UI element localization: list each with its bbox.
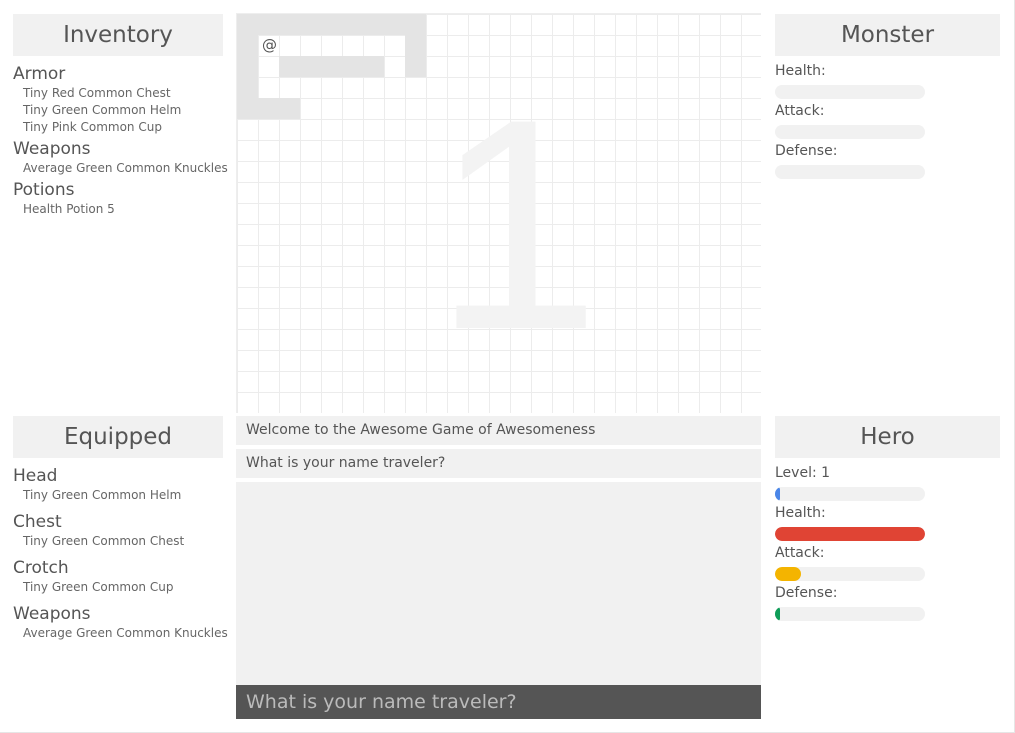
hero-health-label: Health:	[775, 505, 826, 521]
floor-tile	[301, 36, 321, 56]
wall-tile	[258, 98, 279, 119]
hero-health-bar	[775, 527, 925, 541]
wall-tile	[279, 98, 300, 119]
inventory-header: Inventory	[13, 14, 223, 56]
wall-tile	[321, 56, 342, 77]
floor-tile	[385, 57, 405, 77]
equipped-chest-item[interactable]: Tiny Green Common Chest	[23, 534, 184, 548]
chest-section-title: Chest	[13, 512, 62, 532]
monster-attack-label: Attack:	[775, 103, 825, 119]
head-section-title: Head	[13, 466, 58, 486]
floor-tile	[322, 36, 342, 56]
floor-tile	[259, 78, 279, 98]
inventory-armor-item[interactable]: Tiny Green Common Helm	[23, 103, 181, 117]
monster-defense-bar	[775, 165, 925, 179]
equipped-header: Equipped	[13, 416, 223, 458]
equipped-head-item[interactable]: Tiny Green Common Helm	[23, 488, 181, 502]
floor-tile	[385, 36, 405, 56]
wall-tile	[300, 14, 321, 35]
wall-tile	[279, 14, 300, 35]
wall-tile	[237, 56, 258, 77]
hero-health-bar-fill	[775, 527, 925, 541]
wall-tile	[342, 56, 363, 77]
wall-tile	[321, 14, 342, 35]
wall-tile	[300, 56, 321, 77]
wall-tile	[342, 14, 363, 35]
prompt-message: What is your name traveler?	[236, 449, 761, 478]
hero-level-label: Level: 1	[775, 465, 831, 481]
wall-tile	[237, 98, 258, 119]
monster-health-label: Health:	[775, 63, 826, 79]
wall-tile	[405, 35, 426, 56]
hero-header: Hero	[775, 416, 1000, 458]
hero-defense-label: Defense:	[775, 585, 838, 601]
monster-defense-label: Defense:	[775, 143, 838, 159]
wall-tile	[405, 14, 426, 35]
dungeon-map[interactable]: 1 @	[236, 13, 761, 413]
hero-level-bar	[775, 487, 925, 501]
monster-attack-bar	[775, 125, 925, 139]
wall-tile	[258, 14, 279, 35]
wall-tile	[237, 77, 258, 98]
wall-tile	[237, 14, 258, 35]
floor-tile	[259, 57, 279, 77]
inventory-potion-item[interactable]: Health Potion 5	[23, 202, 115, 216]
wall-tile	[363, 56, 384, 77]
inventory-armor-item[interactable]: Tiny Red Common Chest	[23, 86, 171, 100]
wall-tile	[279, 56, 300, 77]
monster-health-bar	[775, 85, 925, 99]
wall-tile	[237, 35, 258, 56]
floor-tile	[280, 36, 300, 56]
weapons-section-title: Weapons	[13, 139, 91, 159]
armor-section-title: Armor	[13, 64, 66, 84]
floor-tile	[364, 36, 384, 56]
equipped-weapons-section-title: Weapons	[13, 604, 91, 624]
crotch-section-title: Crotch	[13, 558, 69, 578]
monster-header: Monster	[775, 14, 1000, 56]
wall-tile	[363, 14, 384, 35]
wall-tile	[384, 14, 405, 35]
welcome-message: Welcome to the Awesome Game of Awesomene…	[236, 416, 761, 445]
floor-tile	[343, 36, 363, 56]
hero-attack-label: Attack:	[775, 545, 825, 561]
hero-attack-bar-fill	[775, 567, 801, 581]
hero-defense-bar	[775, 607, 925, 621]
equipped-weapon-item[interactable]: Average Green Common Knuckles	[23, 626, 228, 640]
message-log	[236, 482, 761, 685]
name-input[interactable]	[236, 685, 761, 719]
level-number-watermark: 1	[433, 56, 601, 392]
potions-section-title: Potions	[13, 180, 75, 200]
wall-tile	[405, 56, 426, 77]
equipped-crotch-item[interactable]: Tiny Green Common Cup	[23, 580, 173, 594]
player-character: @	[262, 36, 277, 54]
inventory-weapon-item[interactable]: Average Green Common Knuckles	[23, 161, 228, 175]
inventory-armor-item[interactable]: Tiny Pink Common Cup	[23, 120, 162, 134]
hero-attack-bar	[775, 567, 925, 581]
